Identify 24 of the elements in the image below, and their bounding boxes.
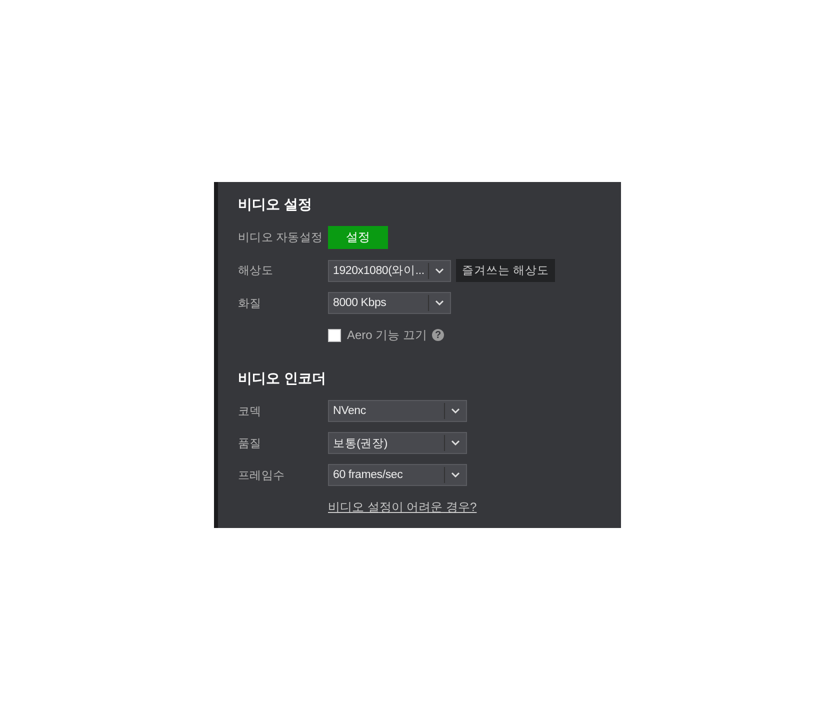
caret-icon: [451, 472, 460, 478]
dropdown[interactable]: 1920x1080(와이...: [328, 260, 451, 282]
caret-icon: [435, 268, 444, 274]
help-link[interactable]: 비디오 설정이 어려운 경우?: [328, 498, 477, 516]
field-label: 코덱: [238, 404, 262, 418]
field-label: 비디오 자동설정: [238, 231, 324, 245]
set-button[interactable]: 설정: [328, 226, 388, 249]
field-label: 해상도: [238, 264, 274, 278]
field-label: 품질: [238, 436, 262, 450]
checkbox[interactable]: [328, 328, 341, 342]
favorite-resolution-button[interactable]: 즐겨쓰는 해상도: [456, 259, 556, 282]
section-title: 비디오 설정: [238, 196, 313, 214]
caret-icon: [451, 408, 460, 414]
caret-icon: [435, 300, 444, 306]
dropdown[interactable]: 보통(권장): [328, 432, 467, 454]
field-label: 프레임수: [238, 468, 286, 482]
dropdown[interactable]: NVenc: [328, 400, 467, 422]
dropdown[interactable]: 8000 Kbps: [328, 292, 451, 314]
section-title: 비디오 인코더: [238, 370, 327, 388]
checkbox-label: Aero 기능 끄기: [347, 326, 428, 344]
help-icon[interactable]: ?: [432, 329, 444, 341]
dropdown[interactable]: 60 frames/sec: [328, 464, 467, 486]
caret-icon: [451, 440, 460, 446]
field-label: 화질: [238, 296, 262, 310]
